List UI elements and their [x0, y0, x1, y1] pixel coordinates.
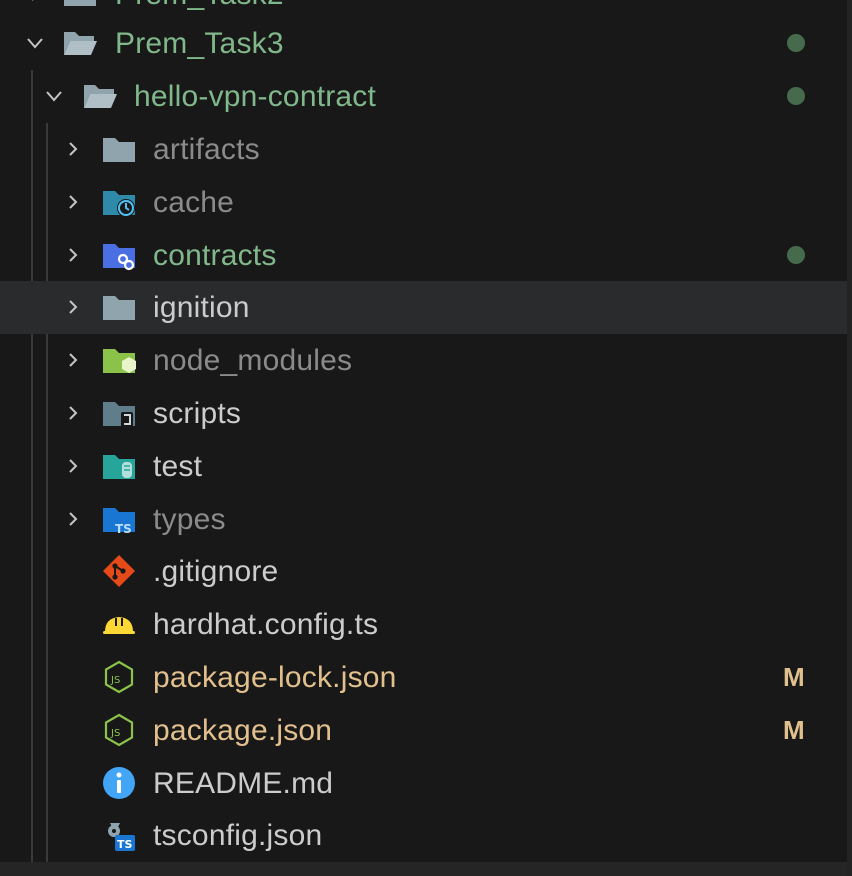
chevron-down-icon: [25, 33, 45, 53]
chevron-right-icon: [63, 350, 83, 370]
file-label: package-lock.json: [153, 661, 397, 694]
tree-row-types[interactable]: TS types: [0, 493, 847, 546]
nodejs-icon: JS: [101, 659, 137, 695]
folder-icon: [101, 131, 137, 167]
next-row-highlight: [0, 862, 847, 876]
git-modified-badge: M: [783, 715, 805, 745]
folder-label: hello-vpn-contract: [134, 80, 377, 113]
folder-scripts-icon: [101, 395, 137, 431]
folder-label: cache: [153, 186, 235, 219]
tsconfig-icon: TS: [101, 817, 137, 853]
git-icon: [101, 553, 137, 589]
folder-open-icon: [82, 78, 118, 114]
tree-row-scripts[interactable]: scripts: [0, 387, 847, 440]
folder-label: types: [153, 503, 226, 536]
chevron-down-icon: [44, 86, 64, 106]
svg-text:TS: TS: [115, 522, 132, 536]
tree-row-cache[interactable]: cache: [0, 176, 847, 229]
git-modified-badge: M: [783, 662, 805, 692]
chevron-right-icon: [63, 297, 83, 317]
folder-label: artifacts: [153, 133, 260, 166]
file-explorer-tree: Prem_Task2 Prem_Task3 hello-vpn-contract: [0, 0, 852, 876]
svg-text:JS: JS: [110, 728, 120, 739]
folder-test-icon: [101, 448, 137, 484]
chevron-right-icon: [63, 245, 83, 265]
chevron-right-icon: [25, 0, 45, 4]
folder-label: ignition: [153, 291, 250, 324]
chevron-right-icon: [63, 139, 83, 159]
folder-node-icon: [101, 342, 137, 378]
folder-closed-icon: [62, 0, 98, 12]
git-modified-dot: [787, 34, 805, 52]
svg-text:TS: TS: [117, 838, 133, 851]
tree-row-test[interactable]: test: [0, 440, 847, 493]
chevron-right-icon: [63, 456, 83, 476]
chevron-right-icon: [63, 509, 83, 529]
tree-row-hello-vpn-contract[interactable]: hello-vpn-contract: [0, 70, 847, 123]
chevron-right-icon: [63, 192, 83, 212]
tree-row-ignition[interactable]: ignition: [0, 281, 847, 334]
file-label: hardhat.config.ts: [153, 608, 379, 641]
file-label: README.md: [153, 767, 334, 800]
tree-row-node-modules[interactable]: node_modules: [0, 334, 847, 387]
folder-label: contracts: [153, 239, 277, 272]
info-icon: [101, 765, 137, 801]
folder-label: test: [153, 450, 203, 483]
tree-row-gitignore[interactable]: .gitignore: [0, 545, 847, 598]
folder-label: node_modules: [153, 344, 353, 377]
nodejs-icon: JS: [101, 712, 137, 748]
svg-text:JS: JS: [110, 675, 120, 686]
chevron-right-icon: [63, 403, 83, 423]
folder-types-icon: TS: [101, 501, 137, 537]
tree-row-prem-task3[interactable]: Prem_Task3: [0, 17, 847, 70]
hardhat-icon: [101, 606, 137, 642]
git-modified-dot: [787, 87, 805, 105]
file-label: tsconfig.json: [153, 819, 323, 852]
tree-row-package-lock[interactable]: JS package-lock.json M: [0, 651, 847, 704]
git-modified-dot: [787, 246, 805, 264]
folder-icon: [101, 289, 137, 325]
folder-cache-icon: [101, 184, 137, 220]
tree-row-tsconfig[interactable]: TS tsconfig.json: [0, 809, 847, 862]
file-label: .gitignore: [153, 555, 279, 588]
tree-row-contracts[interactable]: contracts: [0, 229, 847, 282]
file-label: package.json: [153, 714, 333, 747]
tree-row-artifacts[interactable]: artifacts: [0, 123, 847, 176]
tree-row-readme[interactable]: README.md: [0, 757, 847, 810]
folder-open-icon: [62, 25, 98, 61]
scrollbar-track[interactable]: [847, 0, 852, 876]
tree-row-hardhat-config[interactable]: hardhat.config.ts: [0, 598, 847, 651]
tree-row-package-json[interactable]: JS package.json M: [0, 704, 847, 757]
folder-label: scripts: [153, 397, 242, 430]
folder-label: Prem_Task3: [115, 27, 284, 60]
folder-contracts-icon: [101, 237, 137, 273]
